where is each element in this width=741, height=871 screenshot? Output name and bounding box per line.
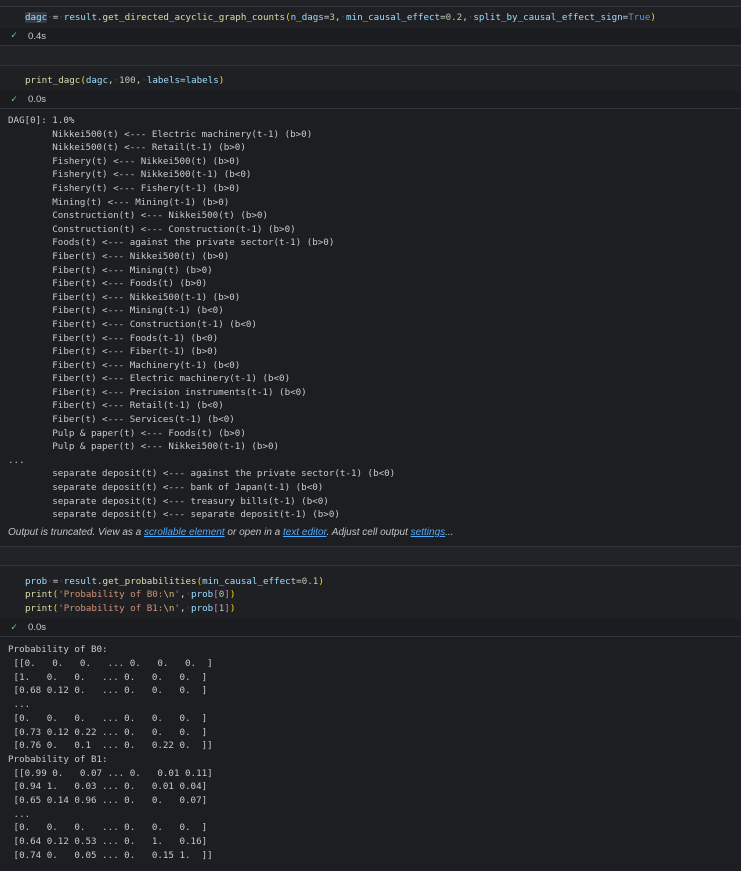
cell-gap — [0, 46, 741, 65]
success-check-icon: ✓ — [11, 623, 17, 633]
truncation-text: ... — [445, 527, 453, 538]
notebook: dagc·=·result.get_directed_acyclic_graph… — [0, 0, 741, 862]
truncation-text: or open in a — [225, 527, 283, 538]
cell-gap — [0, 547, 741, 565]
cell-2-status-bar: ✓ 0.0s — [0, 91, 741, 108]
truncation-text: . Adjust cell output — [327, 527, 411, 538]
output-text-probabilities: Probability of B0: [[0. 0. 0. ... 0. 0. … — [8, 643, 741, 862]
code-cell-1: dagc·=·result.get_directed_acyclic_graph… — [0, 6, 741, 46]
success-check-icon: ✓ — [11, 95, 17, 105]
execution-time: 0.4s — [28, 31, 46, 42]
execution-time: 0.0s — [28, 622, 46, 633]
success-check-icon: ✓ — [11, 31, 17, 41]
execution-time: 0.0s — [28, 94, 46, 105]
code-lines-1: dagc·=·result.get_directed_acyclic_graph… — [25, 11, 741, 25]
code-cell-2: print_dagc(dagc,·100,·labels=labels) ✓ 0… — [0, 65, 741, 110]
code-editor-3[interactable]: prob·=·result.get_probabilities(min_caus… — [0, 566, 741, 620]
code-editor-2[interactable]: print_dagc(dagc,·100,·labels=labels) — [0, 66, 741, 92]
code-cell-3: prob·=·result.get_probabilities(min_caus… — [0, 565, 741, 638]
cell-1-status-bar: ✓ 0.4s — [0, 28, 741, 45]
scrollable-element-link[interactable]: scrollable element — [144, 527, 225, 538]
cell-2-output-area: DAG[0]: 1.0% Nikkei500(t) <--- Electric … — [0, 109, 741, 547]
truncation-text: Output is truncated. View as a — [8, 527, 144, 538]
code-editor-1[interactable]: dagc·=·result.get_directed_acyclic_graph… — [0, 7, 741, 28]
cell-3-status-bar: ✓ 0.0s — [0, 619, 741, 636]
output-text-dagc: DAG[0]: 1.0% Nikkei500(t) <--- Electric … — [8, 114, 741, 522]
cell-3-output-area: Probability of B0: [[0. 0. 0. ... 0. 0. … — [0, 637, 741, 870]
code-lines-3: prob·=·result.get_probabilities(min_caus… — [25, 575, 741, 616]
text-editor-link[interactable]: text editor — [283, 527, 327, 538]
truncation-message: Output is truncated. View as a scrollabl… — [8, 527, 741, 538]
settings-link[interactable]: settings — [411, 527, 445, 538]
code-lines-2: print_dagc(dagc,·100,·labels=labels) — [25, 74, 741, 88]
